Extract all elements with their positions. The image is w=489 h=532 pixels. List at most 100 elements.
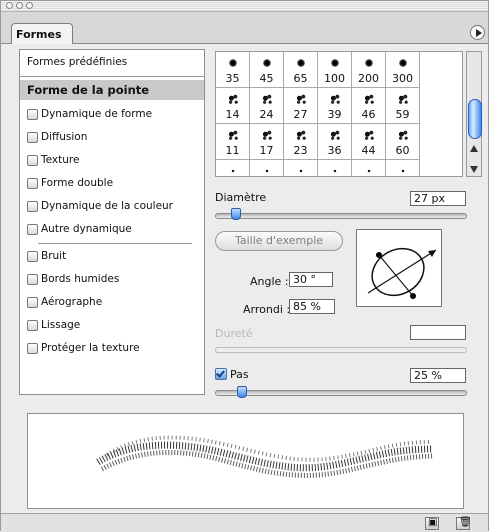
brush-angle-preview[interactable] [356,229,442,307]
diameter-slider[interactable] [215,213,467,219]
checkbox[interactable] [27,343,38,354]
option-label: Protéger la texture [41,342,140,354]
option-bords-humides[interactable]: Bords humides [20,269,204,289]
option-aerographe[interactable]: Aérographe [20,292,204,312]
angle-field[interactable]: 30 ° [289,272,333,287]
scatter-brush-icon [292,91,309,107]
brush-tip-label: Forme de la pointe [27,83,150,97]
minimize-window-button[interactable] [16,2,23,9]
checkbox[interactable] [27,132,38,143]
option-dynamique-couleur[interactable]: Dynamique de la couleur [20,196,204,216]
presets-item[interactable]: Formes prédéfinies [20,50,204,77]
brush-cell[interactable]: 300 [386,52,420,88]
selected-brush-tip-item[interactable]: Forme de la pointe [20,80,204,100]
new-brush-icon[interactable]: ▣ [425,517,439,530]
brush-cell[interactable] [250,160,284,176]
scroll-down-arrow-icon[interactable] [470,166,478,173]
brush-cell[interactable]: 14 [216,88,250,124]
brush-cell[interactable] [216,160,250,176]
soft-round-brush-icon [330,59,339,67]
option-dynamique-de-forme[interactable]: Dynamique de forme [20,104,204,124]
splatter-brush-icon [326,127,343,143]
brush-cell[interactable]: 59 [386,88,420,124]
small-brush-icon [265,169,268,173]
small-brush-icon [333,169,336,173]
brush-cell[interactable] [284,160,318,176]
brush-cell[interactable]: 60 [386,124,420,160]
scroll-up-arrow-icon[interactable] [470,145,478,152]
brush-cell[interactable]: 23 [284,124,318,160]
brush-size-label: 14 [225,108,240,121]
option-label: Forme double [41,177,114,189]
brush-size-label: 46 [361,108,376,121]
option-autre-dynamique[interactable]: Autre dynamique [20,219,204,239]
brush-size-label: 44 [361,144,376,157]
brush-size-label: 60 [395,144,410,157]
brush-cell[interactable]: 100 [318,52,352,88]
option-texture[interactable]: Texture [20,150,204,170]
checkbox[interactable] [27,251,38,262]
trash-icon[interactable]: 🗑 [456,517,472,530]
brush-cell[interactable] [352,160,386,176]
option-lissage[interactable]: Lissage [20,315,204,335]
brush-size-label: 45 [259,72,274,85]
brush-options-list: Formes prédéfinies Forme de la pointe Dy… [19,49,205,395]
brush-size-label: 65 [293,72,308,85]
option-proteger-texture[interactable]: Protéger la texture [20,338,204,358]
scatter-brush-icon [326,91,343,107]
scroll-thumb[interactable] [468,99,482,139]
roundness-field[interactable]: 85 % [289,299,335,314]
checkbox[interactable] [27,109,38,120]
zoom-window-button[interactable] [26,2,33,9]
menu-arrow-icon[interactable] [470,25,485,40]
brush-cell[interactable] [318,160,352,176]
spacing-field[interactable]: 25 % [410,368,466,383]
soft-round-brush-icon [262,59,271,67]
small-brush-icon [231,169,234,173]
checkbox[interactable] [27,155,38,166]
checkbox[interactable] [27,320,38,331]
checkbox[interactable] [27,224,38,235]
brush-cell[interactable]: 27 [284,88,318,124]
brush-cell[interactable]: 39 [318,88,352,124]
brush-cell[interactable]: 46 [352,88,386,124]
hardness-field[interactable] [410,325,466,340]
soft-round-brush-icon [398,59,407,67]
checkbox[interactable] [27,274,38,285]
brush-size-label: 17 [259,144,274,157]
splatter-brush-icon [394,127,411,143]
brush-size-label: 27 [293,108,308,121]
tab-formes[interactable]: Formes [11,23,73,44]
spacing-checkbox[interactable] [215,368,227,380]
brush-cell[interactable]: 36 [318,124,352,160]
diameter-slider-knob[interactable] [231,208,241,220]
diameter-field[interactable]: 27 px [410,191,466,206]
brush-cell[interactable]: 24 [250,88,284,124]
sample-size-button[interactable]: Taille d'exemple [215,231,343,251]
brush-cell[interactable]: 35 [216,52,250,88]
option-bruit[interactable]: Bruit [20,246,204,266]
brush-cell[interactable]: 65 [284,52,318,88]
scatter-brush-icon [360,91,377,107]
option-forme-double[interactable]: Forme double [20,173,204,193]
brush-cell[interactable]: 17 [250,124,284,160]
brush-stroke-preview [27,413,464,509]
brush-cell[interactable]: 200 [352,52,386,88]
option-label: Bruit [41,250,67,262]
brush-cell[interactable]: 44 [352,124,386,160]
spacing-slider[interactable] [215,390,467,396]
close-window-button[interactable] [6,2,13,9]
brush-grid-scrollbar[interactable] [466,51,482,177]
brush-cell[interactable]: 45 [250,52,284,88]
checkbox[interactable] [27,178,38,189]
option-diffusion[interactable]: Diffusion [20,127,204,147]
brush-cell[interactable] [386,160,420,176]
stroke-preview-icon [96,435,434,478]
brush-size-label: 11 [225,144,240,157]
brush-preset-grid: 35 45 65 100 200 300 14 24 27 39 46 59 1… [215,51,463,177]
brush-cell[interactable]: 11 [216,124,250,160]
diameter-label: Diamètre [215,191,267,204]
spacing-slider-knob[interactable] [237,386,247,398]
checkbox[interactable] [27,297,38,308]
checkbox[interactable] [27,201,38,212]
